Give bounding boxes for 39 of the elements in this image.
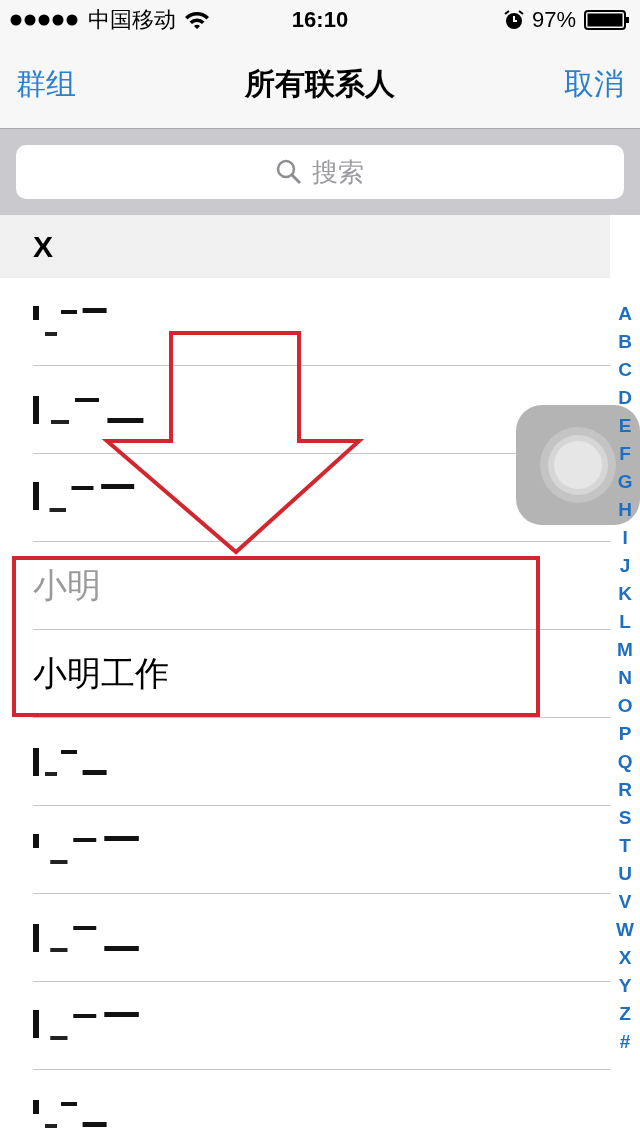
index-letter[interactable]: P <box>618 720 632 748</box>
contact-name[interactable]: 小明工作 <box>33 650 169 697</box>
index-letter[interactable]: I <box>622 524 628 552</box>
search-icon <box>276 159 302 185</box>
battery-percent: 97% <box>531 7 576 33</box>
index-letter[interactable]: Z <box>619 1000 631 1028</box>
wifi-icon <box>184 10 210 30</box>
index-letter[interactable]: J <box>619 552 631 580</box>
index-letter[interactable]: K <box>618 580 632 608</box>
index-letter[interactable]: A <box>618 300 632 328</box>
index-letter[interactable]: V <box>618 888 632 916</box>
battery-icon <box>584 10 630 30</box>
index-letter[interactable]: C <box>618 356 632 384</box>
contact-name[interactable]: 小明 <box>33 562 101 609</box>
index-letter[interactable]: X <box>618 944 632 972</box>
index-letter[interactable]: U <box>618 860 632 888</box>
index-letter[interactable]: W <box>616 916 634 944</box>
signal-icon <box>10 14 80 26</box>
index-letter[interactable]: T <box>619 832 631 860</box>
status-time: 16:10 <box>291 7 349 32</box>
index-letter[interactable]: Q <box>617 748 633 776</box>
index-letter[interactable]: # <box>619 1028 631 1056</box>
alarm-clock-icon <box>503 10 524 30</box>
index-letter[interactable]: O <box>617 692 633 720</box>
carrier-name: 中国移动 <box>88 6 176 34</box>
groups-button[interactable]: 群组 <box>16 63 76 105</box>
index-letter[interactable]: D <box>618 384 632 412</box>
section-header: X <box>33 229 53 264</box>
nav-title: 所有联系人 <box>245 65 395 102</box>
index-letter[interactable]: S <box>618 804 632 832</box>
cancel-button[interactable]: 取消 <box>564 63 624 105</box>
index-letter[interactable]: Y <box>618 972 632 1000</box>
index-letter[interactable]: B <box>618 328 632 356</box>
index-letter[interactable]: M <box>617 636 633 664</box>
index-letter[interactable]: N <box>618 664 632 692</box>
circle-icon <box>538 425 618 505</box>
search-field[interactable]: 搜索 <box>16 145 624 199</box>
index-letter[interactable]: R <box>618 776 632 804</box>
index-letter[interactable]: L <box>619 608 631 636</box>
